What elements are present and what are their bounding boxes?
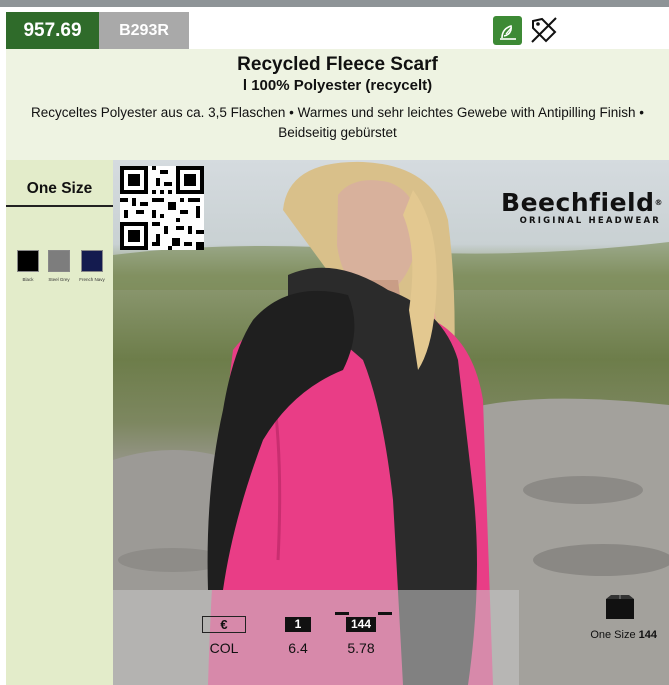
size-label: One Size: [26, 180, 93, 197]
product-material: l 100% Polyester (recycelt): [242, 77, 433, 94]
carton-qty-label: 144: [346, 617, 376, 632]
carton-flap-left: [335, 612, 349, 615]
price-carton: 5.78: [347, 640, 375, 656]
eco-leaf-icon: [493, 16, 522, 45]
price-qty-1: 6.4: [288, 640, 308, 656]
product-info: Recycled Fleece Scarf l 100% Polyester (…: [6, 49, 669, 160]
qr-code[interactable]: [120, 166, 204, 250]
brand-code: B293R: [99, 12, 189, 49]
stock-info: One Size 144: [590, 629, 657, 641]
col-label: COL: [209, 640, 239, 656]
color-swatch-black[interactable]: [17, 250, 39, 272]
brand-tagline: ORIGINAL HEADWEAR: [519, 216, 661, 226]
color-label-french-navy: French Navy: [79, 277, 105, 282]
product-description: Recyceltes Polyester aus ca. 3,5 Flasche…: [31, 105, 644, 140]
brand-logo: Beechfield®: [501, 188, 663, 217]
no-discount-tag-icon: [531, 17, 557, 43]
carton-box-icon: [606, 595, 634, 619]
color-swatch-french-navy[interactable]: [81, 250, 103, 272]
price-panel: [113, 590, 519, 685]
size-divider: [6, 205, 113, 207]
qty-1-label: 1: [285, 617, 311, 632]
color-swatch-steel-grey[interactable]: [48, 250, 70, 272]
carton-flap-right: [378, 612, 392, 615]
top-strip: [0, 0, 669, 7]
currency-label: €: [202, 616, 246, 633]
product-title: Recycled Fleece Scarf: [237, 54, 438, 75]
article-number: 957.69: [6, 12, 99, 49]
product-photo: Beechfield® ORIGINAL HEADWEAR € 1 144 CO…: [113, 160, 669, 685]
variant-sidebar: One Size Black Steel Grey French Navy: [6, 160, 113, 685]
header-bar: 957.69 B293R: [6, 12, 669, 49]
color-label-steel-grey: Steel Grey: [48, 277, 70, 282]
